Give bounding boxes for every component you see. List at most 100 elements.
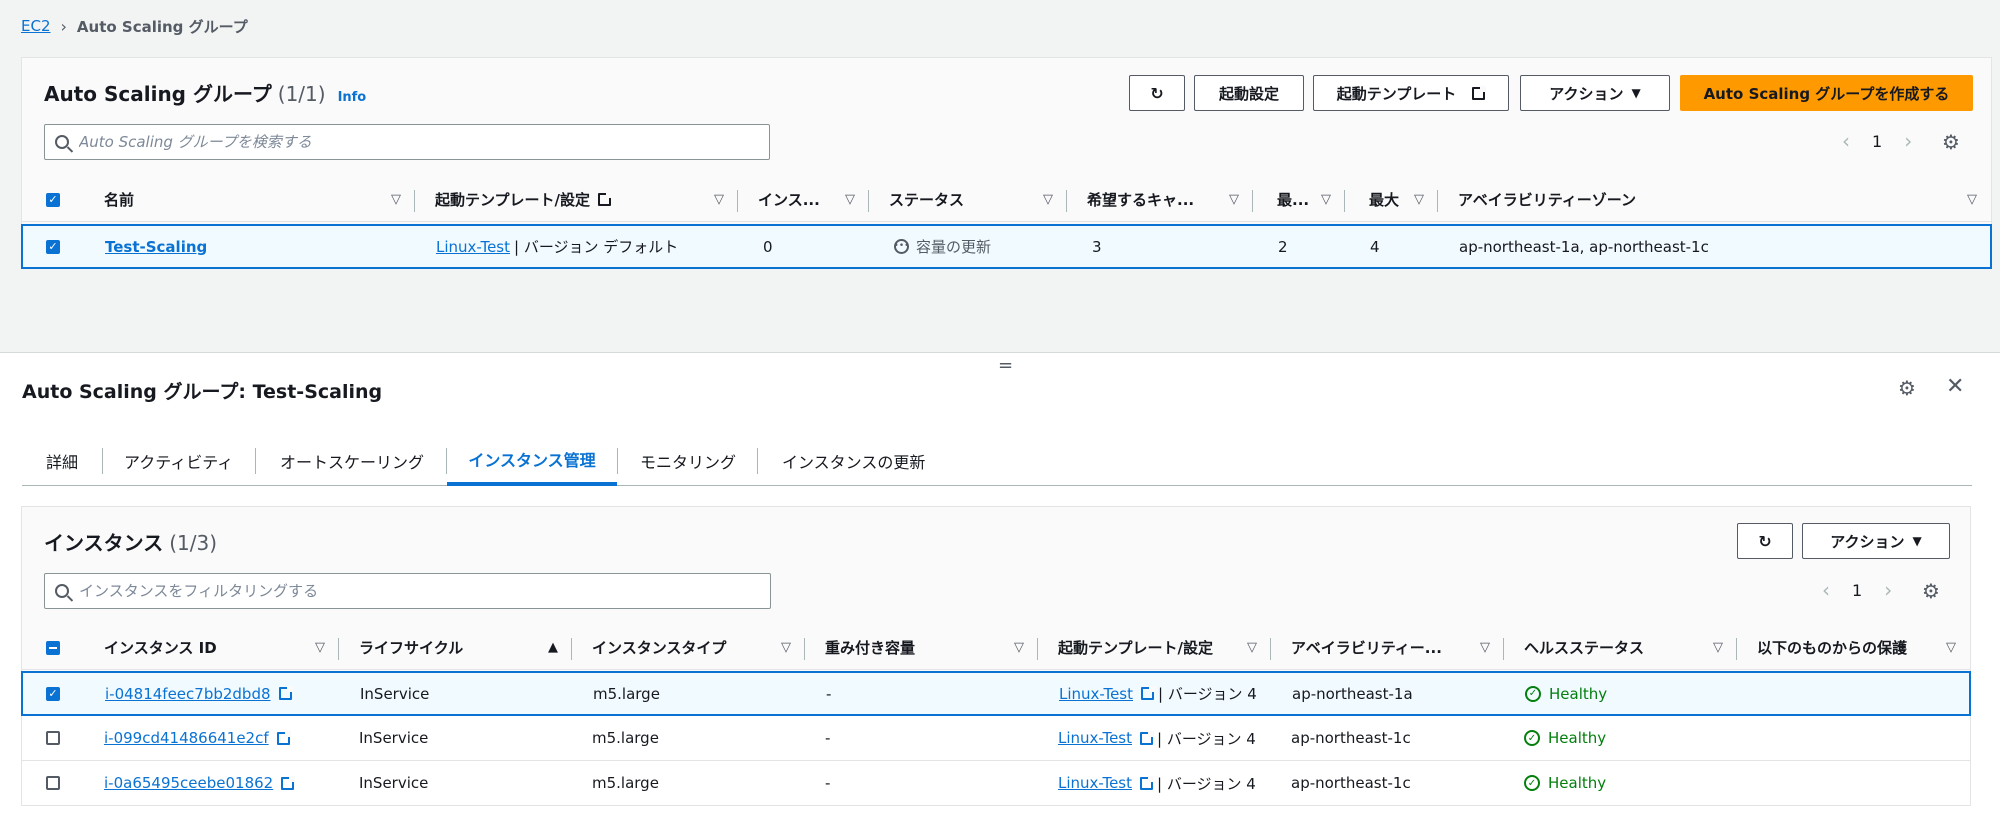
asg-search-input[interactable]: [79, 133, 722, 151]
chevron-right-icon[interactable]: ›: [1884, 578, 1892, 602]
settings-gear-icon[interactable]: ⚙: [1942, 130, 1960, 154]
external-link-icon: [1472, 85, 1487, 100]
tab-instance-refresh[interactable]: インスタンスの更新: [782, 436, 925, 486]
col-label: 起動テンプレート/設定: [1058, 639, 1214, 657]
settings-gear-icon[interactable]: ⚙: [1922, 579, 1940, 603]
lifecycle-value: InService: [360, 684, 430, 703]
col-az[interactable]: アベイラビリティー... ▽: [1271, 626, 1504, 669]
col-instance-type[interactable]: インスタンスタイプ ▽: [572, 626, 805, 669]
table-row[interactable]: ✓ i-04814feec7bb2dbd8 InService m5.large…: [21, 671, 1971, 716]
tab-instance-management[interactable]: インスタンス管理: [447, 436, 617, 486]
asg-search-field[interactable]: [44, 124, 770, 160]
col-az-label: アベイラビリティーゾーン: [1458, 191, 1637, 209]
tab-activity[interactable]: アクティビティ: [124, 436, 233, 486]
col-name-label: 名前: [104, 191, 135, 209]
page-number[interactable]: 1: [1852, 581, 1862, 600]
row-az-cell: ap-northeast-1a, ap-northeast-1c: [1439, 226, 1992, 267]
table-row[interactable]: i-0a65495ceebe01862 InService m5.large -…: [22, 761, 1970, 806]
col-max[interactable]: 最大 ▽: [1345, 178, 1438, 221]
instances-refresh-button[interactable]: ↻: [1737, 523, 1793, 559]
asg-name-link[interactable]: Test-Scaling: [105, 238, 207, 256]
actions-button[interactable]: アクション ▼: [1520, 75, 1670, 111]
breadcrumb: EC2 › Auto Scaling グループ: [21, 14, 248, 38]
preferences-gear-icon[interactable]: ⚙: [1898, 376, 1916, 400]
health-value: Healthy: [1548, 774, 1607, 792]
select-all-checkbox[interactable]: ✓: [46, 192, 60, 207]
refresh-button[interactable]: ↻: [1129, 75, 1185, 111]
instance-id-link[interactable]: i-099cd41486641e2cf: [104, 729, 269, 747]
instances-table-header: インスタンス ID ▽ ライフサイクル ▲ インスタンスタイプ ▽ 重み付き容量…: [22, 626, 1970, 670]
template-link[interactable]: Linux-Test: [436, 238, 510, 256]
col-weighted-capacity[interactable]: 重み付き容量 ▽: [805, 626, 1038, 669]
resize-handle-icon[interactable]: =: [998, 355, 1013, 376]
chevron-left-icon[interactable]: ‹: [1822, 578, 1830, 602]
col-status-label: ステータス: [889, 191, 965, 209]
col-lifecycle[interactable]: ライフサイクル ▲: [339, 626, 572, 669]
az-value: ap-northeast-1c: [1291, 729, 1411, 747]
external-link-icon[interactable]: [278, 686, 293, 700]
template-link[interactable]: Linux-Test: [1058, 729, 1132, 747]
col-label: ヘルスステータス: [1524, 639, 1645, 657]
health-cell: ✓ Healthy: [1504, 716, 1737, 760]
caret-down-icon: ▼: [1631, 86, 1641, 100]
table-row[interactable]: ✓ Test-Scaling Linux-Test | バージョン デフォルト …: [21, 224, 1992, 269]
col-min[interactable]: 最... ▽: [1253, 178, 1345, 221]
row-checkbox[interactable]: [46, 776, 60, 790]
col-label: インスタンスタイプ: [592, 639, 727, 657]
instances-filter-field[interactable]: [44, 573, 771, 609]
col-label: 以下のものからの保護: [1757, 639, 1908, 657]
tab-auto-scaling[interactable]: オートスケーリング: [280, 436, 424, 486]
sort-icon: ▽: [1321, 192, 1331, 207]
tab-label: 詳細: [46, 453, 79, 472]
launch-config-button[interactable]: 起動設定: [1194, 75, 1304, 111]
instances-actions-button[interactable]: アクション ▼: [1802, 523, 1950, 559]
chevron-left-icon[interactable]: ‹: [1842, 129, 1850, 153]
close-icon[interactable]: ✕: [1946, 374, 1964, 399]
col-instance-id[interactable]: インスタンス ID ▽: [84, 626, 339, 669]
page-number[interactable]: 1: [1872, 132, 1882, 151]
breadcrumb-ec2-link[interactable]: EC2: [21, 17, 51, 35]
info-link[interactable]: Info: [338, 90, 367, 105]
col-template-label: 起動テンプレート/設定: [435, 191, 591, 209]
row-checkbox[interactable]: ✓: [46, 239, 60, 254]
row-checkbox[interactable]: ✓: [46, 686, 60, 701]
row-checkbox[interactable]: [46, 731, 60, 745]
sort-icon: ▽: [714, 192, 724, 207]
chevron-right-icon[interactable]: ›: [1904, 129, 1912, 153]
template-link[interactable]: Linux-Test: [1058, 774, 1132, 792]
select-all-checkbox[interactable]: [46, 640, 60, 655]
sort-icon: ▽: [781, 640, 791, 655]
col-desired[interactable]: 希望するキャ... ▽: [1067, 178, 1253, 221]
max-value: 4: [1370, 237, 1380, 256]
instance-id-link[interactable]: i-04814feec7bb2dbd8: [105, 685, 271, 703]
create-asg-button[interactable]: Auto Scaling グループを作成する: [1680, 75, 1973, 111]
col-template[interactable]: 起動テンプレート/設定 ▽: [1038, 626, 1271, 669]
col-health[interactable]: ヘルスステータス ▽: [1504, 626, 1737, 669]
sort-icon: ▽: [1946, 640, 1956, 655]
external-link-icon[interactable]: [281, 775, 296, 790]
col-protection[interactable]: 以下のものからの保護 ▽: [1737, 626, 1970, 669]
tab-details[interactable]: 詳細: [46, 436, 78, 486]
col-status[interactable]: ステータス ▽: [869, 178, 1067, 221]
external-link-icon[interactable]: [1140, 775, 1154, 790]
col-template[interactable]: 起動テンプレート/設定 ▽: [415, 178, 738, 221]
instance-id-link[interactable]: i-0a65495ceebe01862: [104, 774, 273, 792]
external-link-icon[interactable]: [1140, 730, 1154, 745]
col-az[interactable]: アベイラビリティーゾーン ▽: [1438, 178, 1991, 221]
external-link-icon[interactable]: [1141, 686, 1155, 700]
external-link-icon[interactable]: [276, 730, 291, 745]
tab-monitoring[interactable]: モニタリング: [640, 436, 736, 486]
weight-value: -: [825, 774, 831, 792]
type-value: m5.large: [593, 684, 660, 703]
min-value: 2: [1278, 237, 1288, 256]
launch-template-button[interactable]: 起動テンプレート: [1313, 75, 1509, 111]
table-row[interactable]: i-099cd41486641e2cf InService m5.large -…: [22, 716, 1970, 761]
col-instances[interactable]: インス... ▽: [738, 178, 869, 221]
chevron-right-icon: ›: [60, 16, 67, 36]
col-name[interactable]: 名前 ▽: [84, 178, 415, 221]
template-link[interactable]: Linux-Test: [1059, 685, 1133, 703]
instance-id-cell: i-0a65495ceebe01862: [84, 761, 339, 805]
instances-filter-input[interactable]: [79, 582, 723, 600]
caret-down-icon: ▼: [1912, 534, 1922, 548]
col-label: ライフサイクル: [359, 639, 464, 657]
